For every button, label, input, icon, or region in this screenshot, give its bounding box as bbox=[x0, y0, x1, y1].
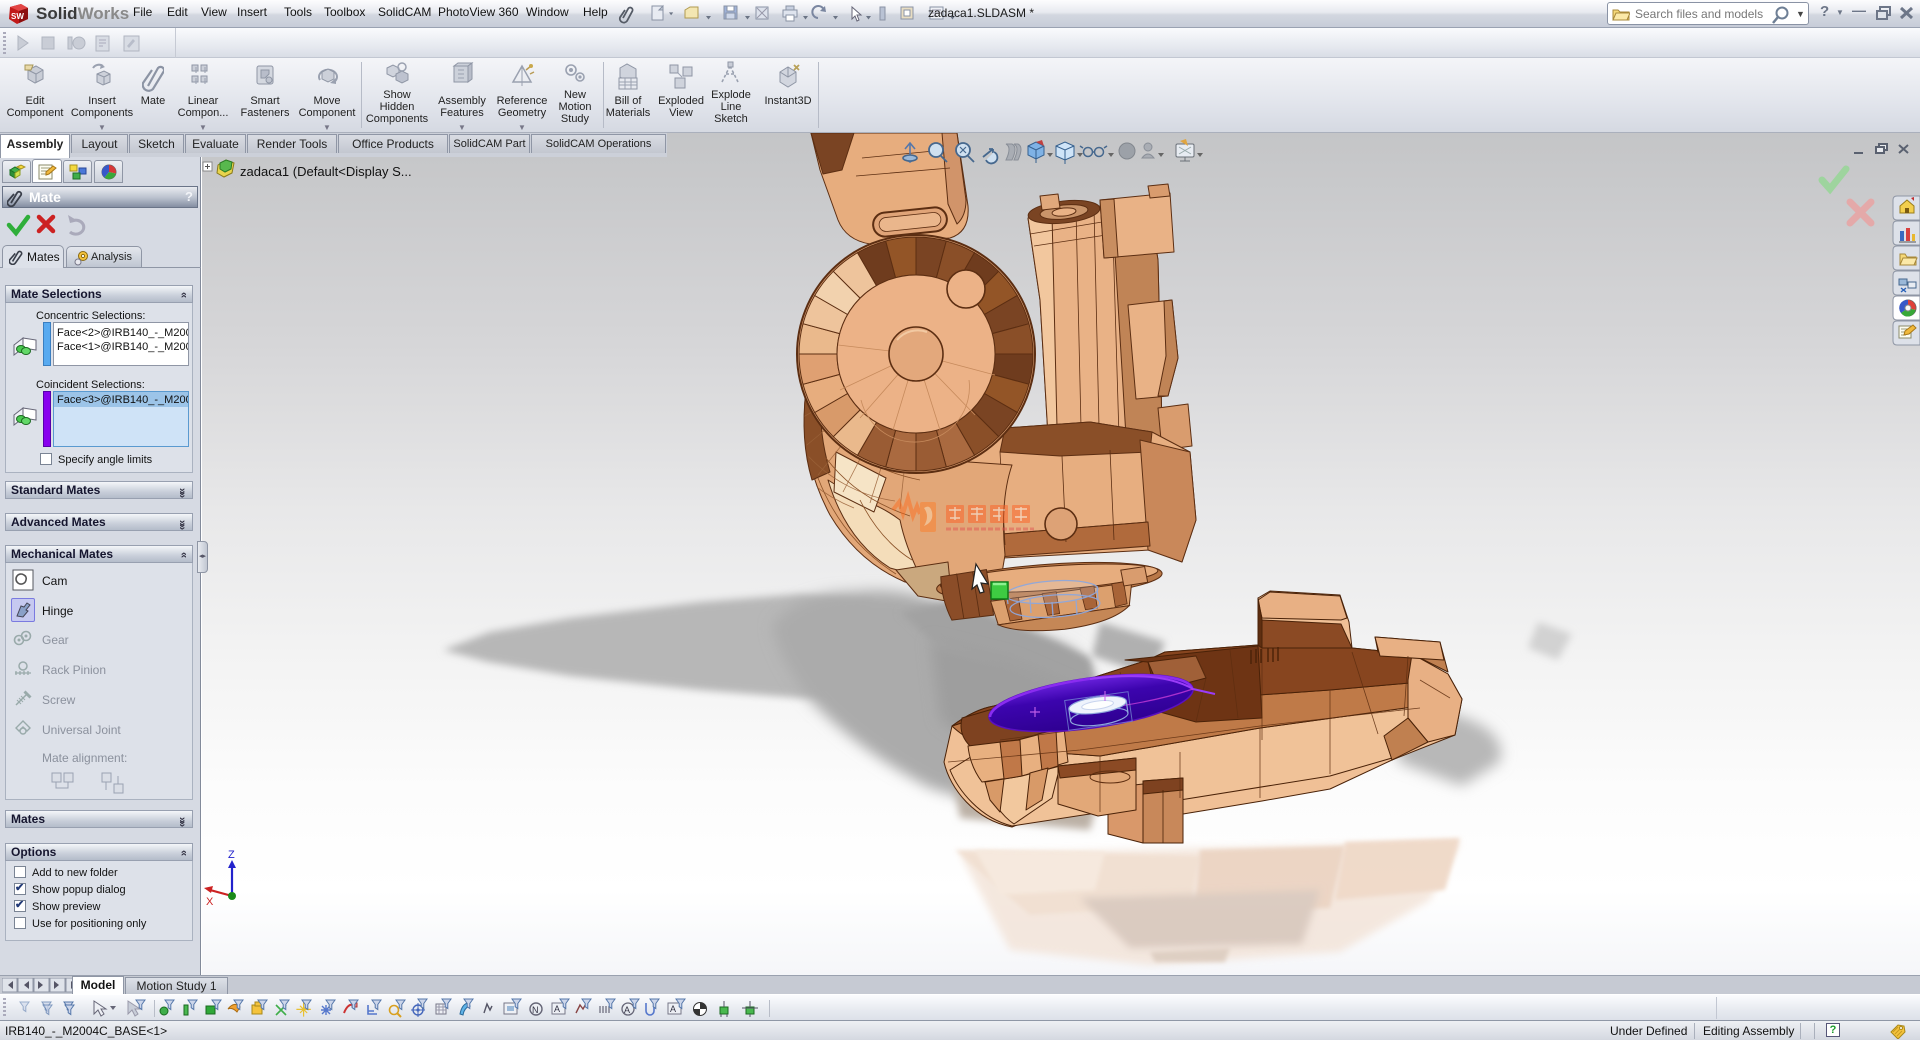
svg-text:A: A bbox=[670, 1004, 676, 1014]
svg-text:SW: SW bbox=[11, 12, 24, 21]
svg-text:A: A bbox=[624, 1005, 630, 1015]
svg-text:A: A bbox=[554, 1004, 560, 1014]
svg-text:zadaca1 (Default<Display S...: zadaca1 (Default<Display S... bbox=[240, 164, 412, 179]
svg-text:N: N bbox=[532, 1005, 539, 1015]
svg-text:X: X bbox=[206, 896, 214, 908]
svg-text:Z: Z bbox=[228, 849, 235, 861]
